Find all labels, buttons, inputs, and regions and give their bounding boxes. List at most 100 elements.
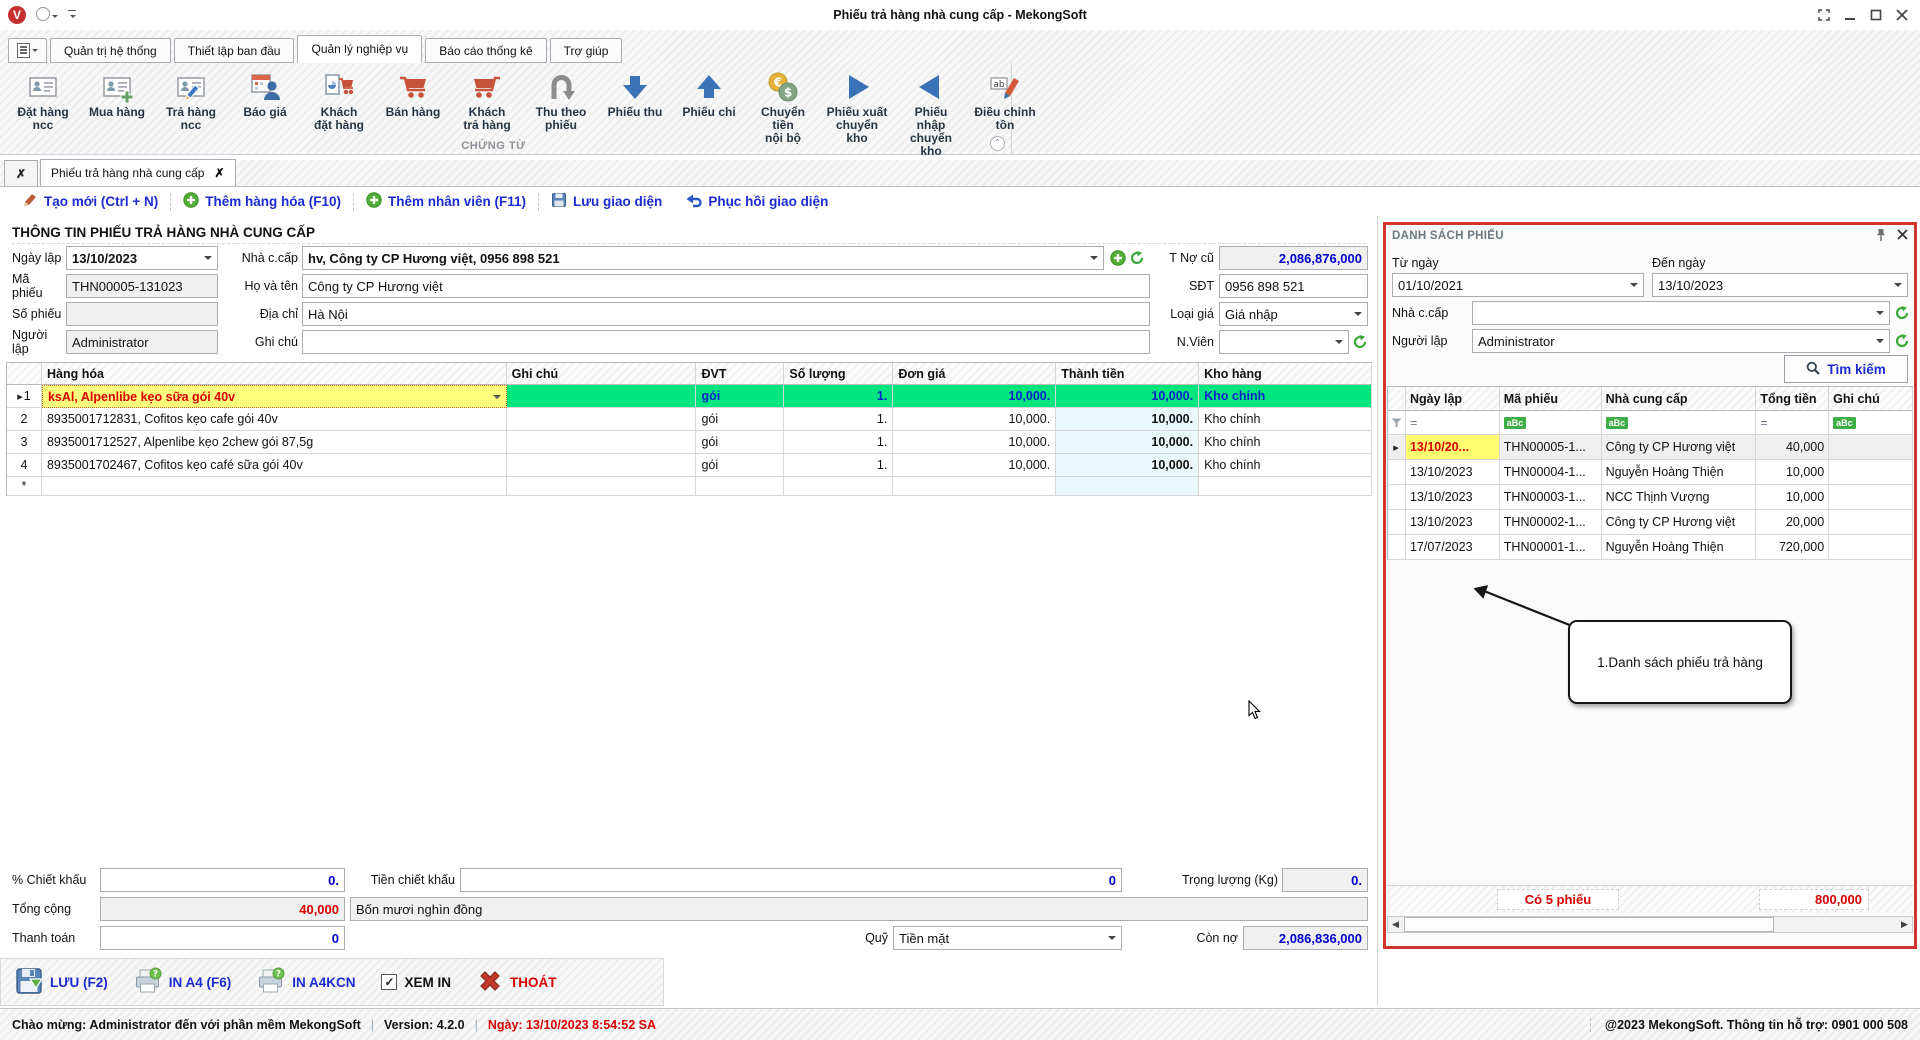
nha-ccap-field[interactable]: hv, Công ty CP Hương việt, 0956 898 521 xyxy=(302,246,1104,270)
tab-close-icon[interactable]: ✗ xyxy=(214,166,224,180)
menu-tab-thiet-lap-ban-dau[interactable]: Thiết lập ban đầu xyxy=(174,38,295,63)
nguoi-lap-label: Người lập xyxy=(12,330,62,354)
status-bar: Chào mừng: Administrator đến với phần mề… xyxy=(0,1008,1920,1040)
ribbon-phieu-xuat-chuyen-kho[interactable]: Phiếu xuất chuyển kho xyxy=(820,69,894,146)
ghi-chu-field[interactable] xyxy=(302,330,1150,354)
panel-close-icon[interactable] xyxy=(1897,229,1908,243)
quy-field[interactable]: Tiền mặt xyxy=(893,926,1122,950)
refresh-icon[interactable] xyxy=(1895,306,1909,320)
thanh-toan-field[interactable]: 0 xyxy=(100,926,345,950)
save-layout-button[interactable]: Lưu giao diện xyxy=(539,192,674,211)
receipt-total: 800,000 xyxy=(1759,889,1869,910)
ribbon-group-chung-tu: Đặt hàng ncc Mua hàng Trả hàng ncc Báo g… xyxy=(0,63,1012,154)
tab-phieu-tra-hang-ncc[interactable]: Phiếu trả hàng nhà cung cấp ✗ xyxy=(40,159,236,186)
ho-va-ten-field[interactable]: Công ty CP Hương việt xyxy=(302,274,1150,298)
sdt-field[interactable]: 0956 898 521 xyxy=(1219,274,1368,298)
n-vien-field[interactable] xyxy=(1219,330,1349,354)
ribbon-khach-tra-hang[interactable]: Khách trả hàng xyxy=(450,69,524,133)
ribbon-phieu-thu[interactable]: Phiếu thu xyxy=(598,69,672,120)
ribbon-collapse-icon[interactable]: ⌃ xyxy=(990,136,1005,151)
refresh-supplier-icon[interactable] xyxy=(1130,251,1144,265)
den-ngay-field[interactable]: 13/10/2023 xyxy=(1652,273,1908,297)
triangle-left-icon xyxy=(915,70,947,104)
filter-row[interactable]: = aBc aBc = aBc xyxy=(1388,411,1913,435)
menu-grid-button[interactable] xyxy=(8,38,47,63)
menu-tab-quan-tri-he-thong[interactable]: Quản trị hệ thống xyxy=(50,38,171,63)
new-row-indicator: * xyxy=(7,477,42,496)
restore-layout-button[interactable]: Phục hồi giao diện xyxy=(674,192,840,211)
dia-chi-field[interactable]: Hà Nội xyxy=(302,302,1150,326)
ribbon-phieu-chi[interactable]: Phiếu chi xyxy=(672,69,746,120)
close-all-tabs-button[interactable]: ✗ xyxy=(4,160,38,186)
items-table-header: Hàng hóa Ghi chú ĐVT Số lượng Đơn giá Th… xyxy=(7,363,1372,385)
panel-title-bar: DANH SÁCH PHIẾU xyxy=(1386,225,1914,247)
menu-tab-tro-giup[interactable]: Trợ giúp xyxy=(550,38,623,63)
panel-nha-ccap-field[interactable] xyxy=(1472,301,1890,325)
product-cell[interactable]: ksAl, Alpenlibe kẹo sữa gói 40v xyxy=(42,385,507,408)
receipt-row[interactable]: 13/10/2023 THN00003-1... NCC Thịnh Vượng… xyxy=(1388,485,1913,510)
print-a4kcn-button[interactable]: IN A4KCN xyxy=(257,967,355,998)
ribbon-chuyen-tien-noi-bo[interactable]: Chuyển tiền nội bộ xyxy=(746,69,820,146)
ribbon-bao-gia[interactable]: Báo giá xyxy=(228,69,302,120)
panel-nguoi-lap-field[interactable]: Administrator xyxy=(1472,329,1890,353)
ribbon-dat-hang-ncc[interactable]: Đặt hàng ncc xyxy=(6,69,80,133)
preview-checkbox[interactable]: ✓XEM IN xyxy=(381,974,451,990)
table-new-row[interactable]: * xyxy=(7,477,1372,496)
add-employee-button[interactable]: Thêm nhân viên (F11) xyxy=(354,192,538,211)
ribbon-ban-hang[interactable]: Bán hàng xyxy=(376,69,450,120)
table-row[interactable]: 4 8935001702467, Cofitos kẹo café sữa gó… xyxy=(7,454,1372,477)
chiet-khau-field[interactable]: 0. xyxy=(100,868,345,892)
tu-ngay-field[interactable]: 01/10/2021 xyxy=(1392,273,1644,297)
panel-title: DANH SÁCH PHIẾU xyxy=(1392,230,1504,242)
con-no-field: 2,086,836,000 xyxy=(1243,926,1368,950)
horizontal-scrollbar[interactable]: ◀ ▶ xyxy=(1387,916,1913,933)
scroll-right-icon[interactable]: ▶ xyxy=(1897,919,1912,930)
trong-luong-label: Trọng lượng (Kg) xyxy=(1158,868,1278,892)
ribbon-khach-dat-hang[interactable]: Khách đặt hàng xyxy=(302,69,376,133)
table-row[interactable]: 3 8935001712527, Alpenlibe kẹo 2chew gói… xyxy=(7,431,1372,454)
pin-icon[interactable] xyxy=(1875,228,1887,245)
save-button[interactable]: LƯU (F2) xyxy=(15,967,108,998)
tien-chiet-khau-field[interactable]: 0 xyxy=(460,868,1122,892)
ribbon-thu-theo-phieu[interactable]: Thu theo phiếu xyxy=(524,69,598,133)
new-record-button[interactable]: Tạo mới (Ctrl + N) xyxy=(10,192,170,211)
contact-card-plus-icon xyxy=(101,70,133,104)
table-row[interactable]: 1 ksAl, Alpenlibe kẹo sữa gói 40v gói 1.… xyxy=(7,385,1372,408)
arrow-down-icon xyxy=(619,70,651,104)
menu-tab-quan-ly-nghiep-vu[interactable]: Quản lý nghiệp vụ xyxy=(297,35,422,63)
ngay-lap-field[interactable]: 13/10/2023 xyxy=(66,246,218,270)
add-supplier-icon[interactable] xyxy=(1110,250,1126,266)
scrollbar-thumb[interactable] xyxy=(1404,917,1774,932)
scroll-left-icon[interactable]: ◀ xyxy=(1388,919,1403,930)
annotation-callout: 1.Danh sách phiếu trả hàng xyxy=(1568,620,1792,704)
ribbon-mua-hang[interactable]: Mua hàng xyxy=(80,69,154,120)
ribbon-dieu-chinh-ton[interactable]: Điều chỉnh tồn xyxy=(968,69,1042,133)
ghi-chu-label: Ghi chú xyxy=(226,330,298,354)
checkbox-checked-icon[interactable]: ✓ xyxy=(381,974,397,990)
search-button[interactable]: Tìm kiếm xyxy=(1784,355,1908,383)
contact-card-icon xyxy=(27,70,59,104)
receipt-row[interactable]: 13/10/2023 THN00004-1... Nguyễn Hoàng Th… xyxy=(1388,460,1913,485)
refresh-icon[interactable] xyxy=(1895,334,1909,348)
print-a4-button[interactable]: IN A4 (F6) xyxy=(134,967,232,998)
splitter[interactable] xyxy=(1377,216,1378,1006)
table-row[interactable]: 2 8935001712831, Cofitos kẹo cafe gói 40… xyxy=(7,408,1372,431)
tong-cong-field: 40,000 xyxy=(100,897,345,921)
title-bar: V Phiếu trả hàng nhà cung cấp - MekongSo… xyxy=(0,0,1920,31)
menu-tab-bao-cao-thong-ke[interactable]: Báo cáo thống kê xyxy=(425,38,546,63)
refresh-employee-icon[interactable] xyxy=(1353,335,1367,349)
tong-cong-bang-chu-field: Bốn mươi nghìn đồng xyxy=(350,897,1368,921)
tien-chiet-khau-label: Tiền chiết khấu xyxy=(350,868,455,892)
receipt-row[interactable]: 13/10/2023 THN00002-1... Công ty CP Hươn… xyxy=(1388,510,1913,535)
ma-phieu-label: Mã phiếu xyxy=(12,274,62,298)
receipt-row[interactable]: 13/10/20... THN00005-1... Công ty CP Hươ… xyxy=(1388,435,1913,460)
exit-button[interactable]: THOÁT xyxy=(477,968,557,997)
receipt-row[interactable]: 17/07/2023 THN00001-1... Nguyễn Hoàng Th… xyxy=(1388,535,1913,560)
add-product-button[interactable]: Thêm hàng hóa (F10) xyxy=(171,192,353,211)
funnel-icon xyxy=(1388,411,1406,435)
ribbon-tra-hang-ncc[interactable]: Trả hàng ncc xyxy=(154,69,228,133)
nha-ccap-label: Nhà c.cấp xyxy=(226,246,298,270)
receipt-table-header: Ngày lập Mã phiếu Nhà cung cấp Tổng tiền… xyxy=(1388,387,1913,411)
loai-gia-field[interactable]: Giá nhập xyxy=(1219,302,1368,326)
ma-phieu-field: THN00005-131023 xyxy=(66,274,218,298)
